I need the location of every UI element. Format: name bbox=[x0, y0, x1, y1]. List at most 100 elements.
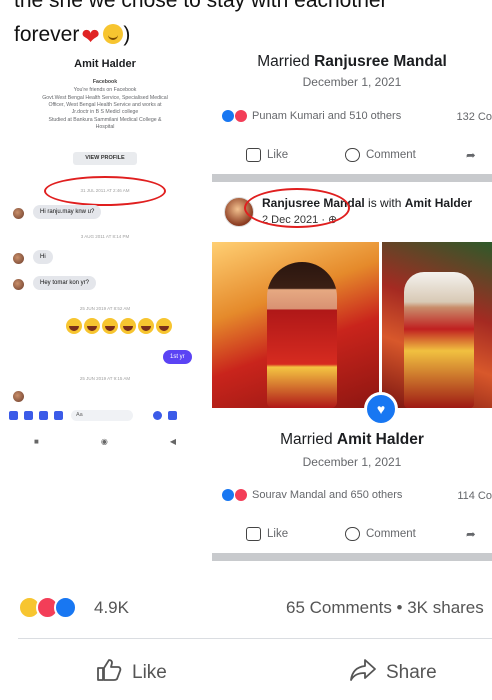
share-button[interactable]: Share bbox=[350, 658, 437, 688]
recents-icon[interactable]: ■ bbox=[34, 437, 39, 446]
like-button[interactable]: Like bbox=[96, 658, 167, 688]
message-in-1: Hi ranju.may knw u? bbox=[33, 205, 102, 219]
laughing-emoji-icon bbox=[66, 318, 82, 334]
laughing-emoji-icon bbox=[102, 318, 118, 334]
share-label: Share bbox=[386, 662, 437, 683]
comments-count[interactable]: 114 Co bbox=[457, 490, 492, 502]
camera-icon[interactable] bbox=[24, 410, 33, 420]
like-button[interactable]: Like bbox=[246, 527, 288, 541]
title-regular: Married bbox=[257, 53, 315, 70]
view-profile-button[interactable]: VIEW PROFILE bbox=[73, 152, 137, 165]
message-input[interactable]: Aa bbox=[71, 409, 133, 421]
profile-friends: You're friends on Facebook bbox=[73, 87, 137, 93]
with-text: is with bbox=[368, 196, 402, 210]
comment-label: Comment bbox=[366, 528, 416, 540]
timestamp-4: 25 JUN 2019 AT 9:15 AM bbox=[79, 376, 131, 381]
like-button[interactable]: Like bbox=[246, 148, 288, 162]
thumbs-up-icon bbox=[96, 658, 122, 688]
annotation-circle-post-date bbox=[244, 188, 350, 228]
profile-work-3: Jr.doctr in B S Medicl college bbox=[71, 109, 139, 115]
thumbs-up-icon bbox=[246, 527, 261, 541]
message-in-3: Hey tomar kon yr? bbox=[33, 276, 97, 290]
thumbs-up-icon bbox=[246, 148, 261, 162]
message-composer: Aa bbox=[3, 406, 207, 424]
messenger-screenshot: Amit Halder Facebook You're friends on F… bbox=[3, 50, 207, 570]
post-separator bbox=[212, 553, 492, 561]
share-icon: ➦ bbox=[466, 150, 476, 162]
caption-line2-text: forever bbox=[14, 23, 80, 46]
mic-icon[interactable] bbox=[54, 410, 63, 420]
timestamp-2: 3 AUG 2011 AT 8:14 PM bbox=[80, 234, 130, 239]
share-icon: ➦ bbox=[466, 529, 476, 541]
share-button[interactable]: ➦ bbox=[466, 148, 476, 162]
comment-label: Comment bbox=[366, 149, 416, 161]
share-icon bbox=[350, 658, 376, 688]
comment-icon bbox=[345, 527, 360, 541]
avatar bbox=[13, 279, 24, 290]
laughing-emoji-icon bbox=[120, 318, 136, 334]
title-regular: Married bbox=[280, 431, 337, 448]
profile-work-2: Officer, West Bengal Health Service and … bbox=[48, 102, 162, 108]
android-nav-bar: ■ ◉ ◀ bbox=[3, 434, 207, 448]
bride-figure bbox=[267, 262, 337, 408]
profile-study-2: Hospital bbox=[95, 124, 115, 130]
profile-study-1: Studied at Bankura Sammilani Medical Col… bbox=[48, 117, 162, 123]
timestamp-3: 25 JUN 2019 AT 8:52 AM bbox=[79, 306, 131, 311]
life-event-title-top: Married Ranjusree Mandal bbox=[212, 53, 492, 71]
wedding-photo-2[interactable] bbox=[382, 242, 492, 408]
wedding-photo-1[interactable] bbox=[212, 242, 379, 408]
avatar bbox=[13, 208, 24, 219]
comment-button[interactable]: Comment bbox=[345, 148, 416, 162]
caption-line2: forever❤) bbox=[14, 18, 388, 52]
love-reaction-icon bbox=[235, 489, 247, 501]
facebook-screenshot: Married Ranjusree Mandal December 1, 202… bbox=[212, 50, 492, 570]
reactions-summary-top[interactable]: Punam Kumari and 510 others bbox=[222, 110, 401, 122]
life-event-date-top: December 1, 2021 bbox=[302, 75, 402, 89]
profile-name: Amit Halder bbox=[74, 58, 136, 70]
reactions-summary[interactable]: Sourav Mandal and 650 others bbox=[222, 489, 402, 501]
comments-count-top[interactable]: 132 Co bbox=[457, 111, 492, 123]
emoji-icon[interactable] bbox=[153, 410, 162, 420]
message-out-1: 1st yr bbox=[163, 350, 192, 364]
title-bold: Ranjusree Mandal bbox=[314, 53, 447, 70]
caption-line1: the she we chose to stay with eachother bbox=[14, 0, 388, 12]
like-reaction-icon bbox=[222, 489, 234, 501]
post-separator bbox=[212, 174, 492, 182]
avatar bbox=[13, 391, 24, 402]
like-reaction-icon bbox=[54, 596, 77, 619]
avatar bbox=[13, 253, 24, 264]
life-event-title: Married Amit Halder bbox=[212, 431, 492, 449]
like-reaction-icon bbox=[222, 110, 234, 122]
annotation-circle-timestamp bbox=[44, 176, 166, 206]
home-icon[interactable]: ◉ bbox=[101, 437, 108, 446]
back-icon[interactable]: ◀ bbox=[170, 437, 176, 446]
laughing-emojis bbox=[66, 318, 174, 337]
profile-work-1: Govt.West Bengal Health Service, Special… bbox=[42, 95, 168, 101]
share-button[interactable]: ➦ bbox=[466, 527, 476, 541]
laughing-emoji-icon bbox=[138, 318, 154, 334]
like-label: Like bbox=[267, 149, 289, 161]
like-label: Like bbox=[267, 528, 289, 540]
laughing-emoji-icon bbox=[156, 318, 172, 334]
menu-icon[interactable] bbox=[9, 410, 18, 420]
comment-button[interactable]: Comment bbox=[345, 527, 416, 541]
bottom-actions: Like Share bbox=[0, 658, 492, 690]
tagged-name[interactable]: Amit Halder bbox=[405, 196, 472, 210]
divider bbox=[18, 638, 492, 639]
like-label: Like bbox=[132, 662, 167, 683]
reactions-text: Punam Kumari and 510 others bbox=[252, 110, 402, 122]
smile-emoji-icon bbox=[103, 24, 124, 44]
laughing-emoji-icon bbox=[84, 318, 100, 334]
title-bold: Amit Halder bbox=[336, 431, 424, 448]
message-in-2: Hi bbox=[33, 250, 53, 264]
reactions-text: Sourav Mandal and 650 others bbox=[252, 489, 403, 501]
comment-icon bbox=[345, 148, 360, 162]
post-stats: 4.9K 65 Comments • 3K shares bbox=[18, 596, 492, 620]
reaction-count[interactable]: 4.9K bbox=[94, 598, 129, 618]
love-reaction-icon bbox=[235, 110, 247, 122]
gallery-icon[interactable] bbox=[39, 410, 48, 420]
caption-line2-end: ) bbox=[123, 23, 131, 46]
thumbs-up-icon[interactable] bbox=[168, 410, 177, 420]
comments-shares-count[interactable]: 65 Comments • 3K shares bbox=[286, 598, 484, 618]
couple-figure bbox=[404, 272, 474, 408]
